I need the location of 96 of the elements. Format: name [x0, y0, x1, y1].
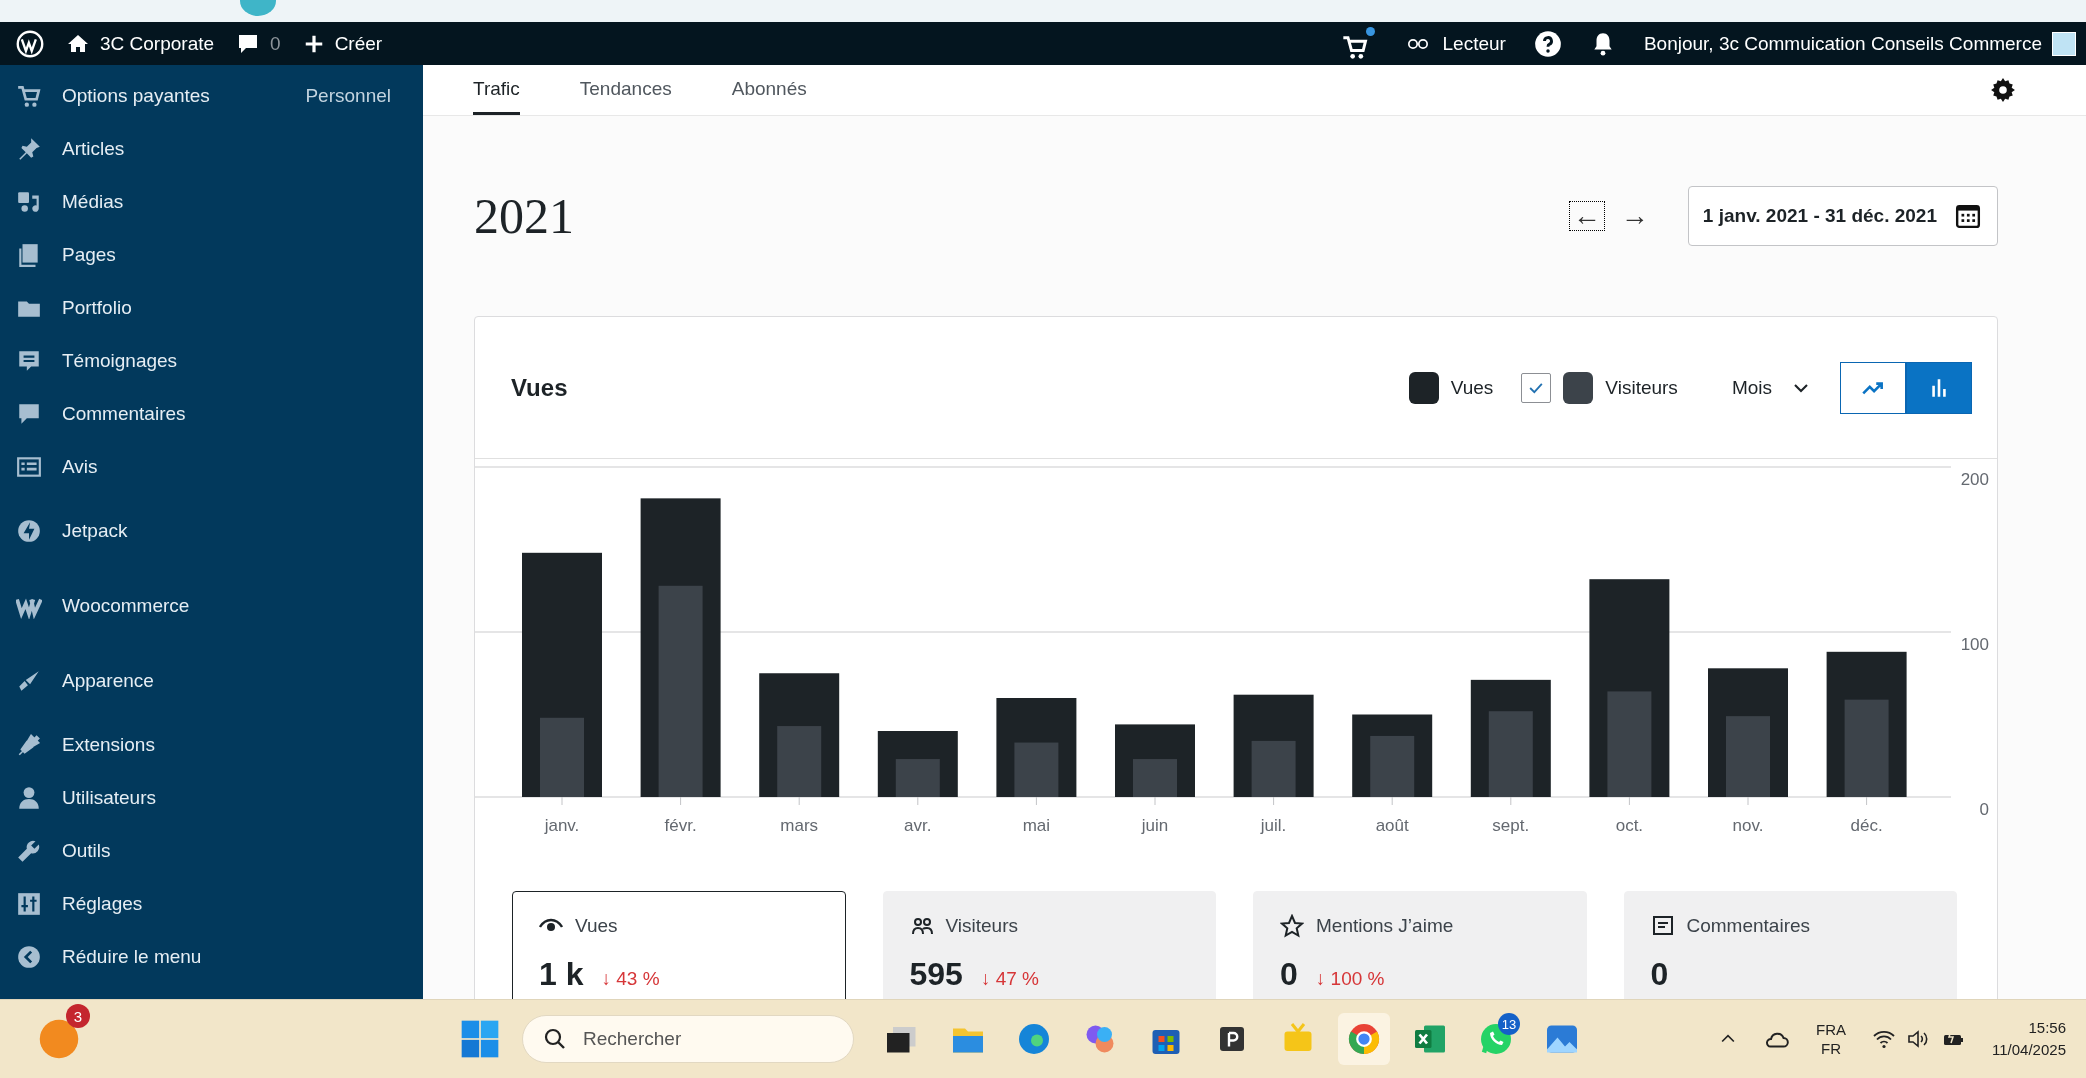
stat-card[interactable]: Commentaires 0 [1623, 891, 1957, 999]
plan-label: Personnel [305, 84, 392, 107]
stat-label: Vues [575, 915, 618, 937]
stat-change: ↓ 100 % [1315, 968, 1385, 990]
bar-chart-button[interactable] [1906, 361, 1972, 414]
period-title: 2021 [474, 187, 574, 245]
tab[interactable]: Abonnés [731, 65, 807, 115]
stat-value: 0 [1280, 956, 1298, 993]
stat-card[interactable]: Visiteurs 595 ↓ 47 % [882, 891, 1216, 999]
collapse-icon [16, 943, 42, 970]
chart-title: Vues [511, 373, 568, 402]
create-link[interactable]: Créer [302, 32, 383, 55]
sidebar-item[interactable]: Woocommerce [0, 568, 423, 643]
clock[interactable]: 15:56 11/04/2025 [1992, 1017, 2066, 1061]
legend-label: Vues [1450, 376, 1494, 399]
bolt-icon [16, 517, 42, 544]
reader-link[interactable]: Lecteur [1402, 32, 1506, 55]
axis-label: déc. [1850, 816, 1883, 835]
sidebar-item[interactable]: Avis [0, 440, 423, 493]
notification-badge: 13 [1498, 1013, 1520, 1035]
axis-label: mai [1022, 816, 1051, 835]
search-icon [543, 1027, 567, 1051]
sidebar-item[interactable]: Articles [0, 122, 423, 175]
sidebar-item[interactable]: Témoignages [0, 334, 423, 387]
axis-label: nov. [1732, 816, 1764, 835]
axis-label: sept. [1492, 816, 1530, 835]
stat-change: ↓ 43 % [601, 968, 660, 990]
axis-label: févr. [664, 816, 697, 835]
sidebar-item[interactable]: Options payantes Personnel [0, 69, 423, 122]
visitors-bar [777, 726, 822, 797]
previous-button[interactable]: ← [1569, 202, 1604, 230]
search-input[interactable]: Rechercher [581, 1027, 785, 1051]
browser-icon [1346, 1021, 1382, 1057]
notification-badge: 3 [66, 1004, 90, 1028]
visitors-bar [1370, 735, 1415, 797]
visitors-bar [1251, 740, 1296, 797]
stat-label: Visiteurs [945, 915, 1018, 937]
sidebar-item[interactable]: Extensions [0, 718, 423, 771]
browser-icon [1016, 1021, 1052, 1057]
stat-value: 0 [1650, 956, 1669, 993]
language-indicator[interactable]: FRA FR [1816, 1019, 1847, 1059]
interval-dropdown[interactable]: Mois [1725, 375, 1816, 400]
legend-label: Visiteurs [1605, 376, 1678, 399]
checkbox[interactable] [1521, 372, 1552, 403]
axis-label: mars [780, 816, 819, 835]
axis-label: janv. [544, 816, 580, 835]
axis-label: juil. [1260, 816, 1287, 835]
axis-label: oct. [1615, 816, 1644, 835]
visitors-bar [1133, 759, 1177, 797]
sidebar-item[interactable]: Apparence [0, 643, 423, 718]
axis-label: 100 [1960, 635, 1989, 654]
stat-label: Commentaires [1686, 915, 1811, 937]
date-range-button[interactable]: 1 janv. 2021 - 31 déc. 2021 [1687, 186, 1998, 246]
wordpress-logo-icon[interactable] [16, 29, 44, 58]
line-chart-button[interactable] [1840, 361, 1906, 414]
site-link[interactable]: 3C Corporate [66, 31, 215, 56]
stat-change: ↓ 47 % [980, 968, 1039, 990]
sidebar-item[interactable]: Réglages [0, 877, 423, 930]
start-icon[interactable] [460, 1019, 500, 1059]
sidebar-item[interactable]: Portfolio [0, 281, 423, 334]
axis-label: 0 [1979, 800, 1989, 819]
sidebar-item[interactable]: Jetpack [0, 493, 423, 568]
visitors-bar [1014, 742, 1059, 797]
stat-card[interactable]: Vues 1 k ↓ 43 % [512, 891, 846, 999]
stat-value: 1 k [539, 956, 584, 993]
search-bar[interactable]: Rechercher [522, 1015, 854, 1063]
tab[interactable]: Trafic [473, 65, 520, 115]
axis-label: août [1375, 816, 1409, 835]
star-icon [1280, 914, 1304, 938]
avatar-icon [2052, 31, 2076, 56]
sidebar-item[interactable]: Médias [0, 175, 423, 228]
cart-icon[interactable] [1340, 26, 1375, 61]
axis-label: 200 [1960, 470, 1989, 489]
axis-label: juin [1141, 816, 1169, 835]
stat-value: 595 [909, 956, 963, 993]
user-icon [16, 784, 42, 811]
sidebar-item[interactable]: Utilisateurs [0, 771, 423, 824]
sidebar-item[interactable]: Outils [0, 824, 423, 877]
stat-card[interactable]: Mentions J’aime 0 ↓ 100 % [1253, 891, 1587, 999]
sidebar-item[interactable]: Pages [0, 228, 423, 281]
sidebar-item[interactable]: Réduire le menu [0, 930, 423, 983]
settings-icon[interactable] [1990, 77, 2016, 103]
sidebar-item[interactable]: Commentaires [0, 387, 423, 440]
visitors-bar [895, 759, 940, 797]
calendar-icon [1955, 203, 1981, 229]
stat-label: Mentions J’aime [1316, 915, 1454, 937]
next-button[interactable]: → [1617, 202, 1652, 230]
tab[interactable]: Tendances [579, 65, 672, 115]
comments-link[interactable]: 0 [236, 31, 281, 56]
axis-label: avr. [904, 816, 932, 835]
account-link[interactable]: Bonjour, 3c Commuication Conseils Commerce [1643, 31, 2076, 56]
comment-icon [1650, 914, 1675, 938]
taskbar-button[interactable]: 13 [1470, 1013, 1522, 1065]
help-icon[interactable] [1533, 29, 1562, 58]
plug-icon [16, 731, 42, 758]
sliders-icon [16, 890, 42, 917]
